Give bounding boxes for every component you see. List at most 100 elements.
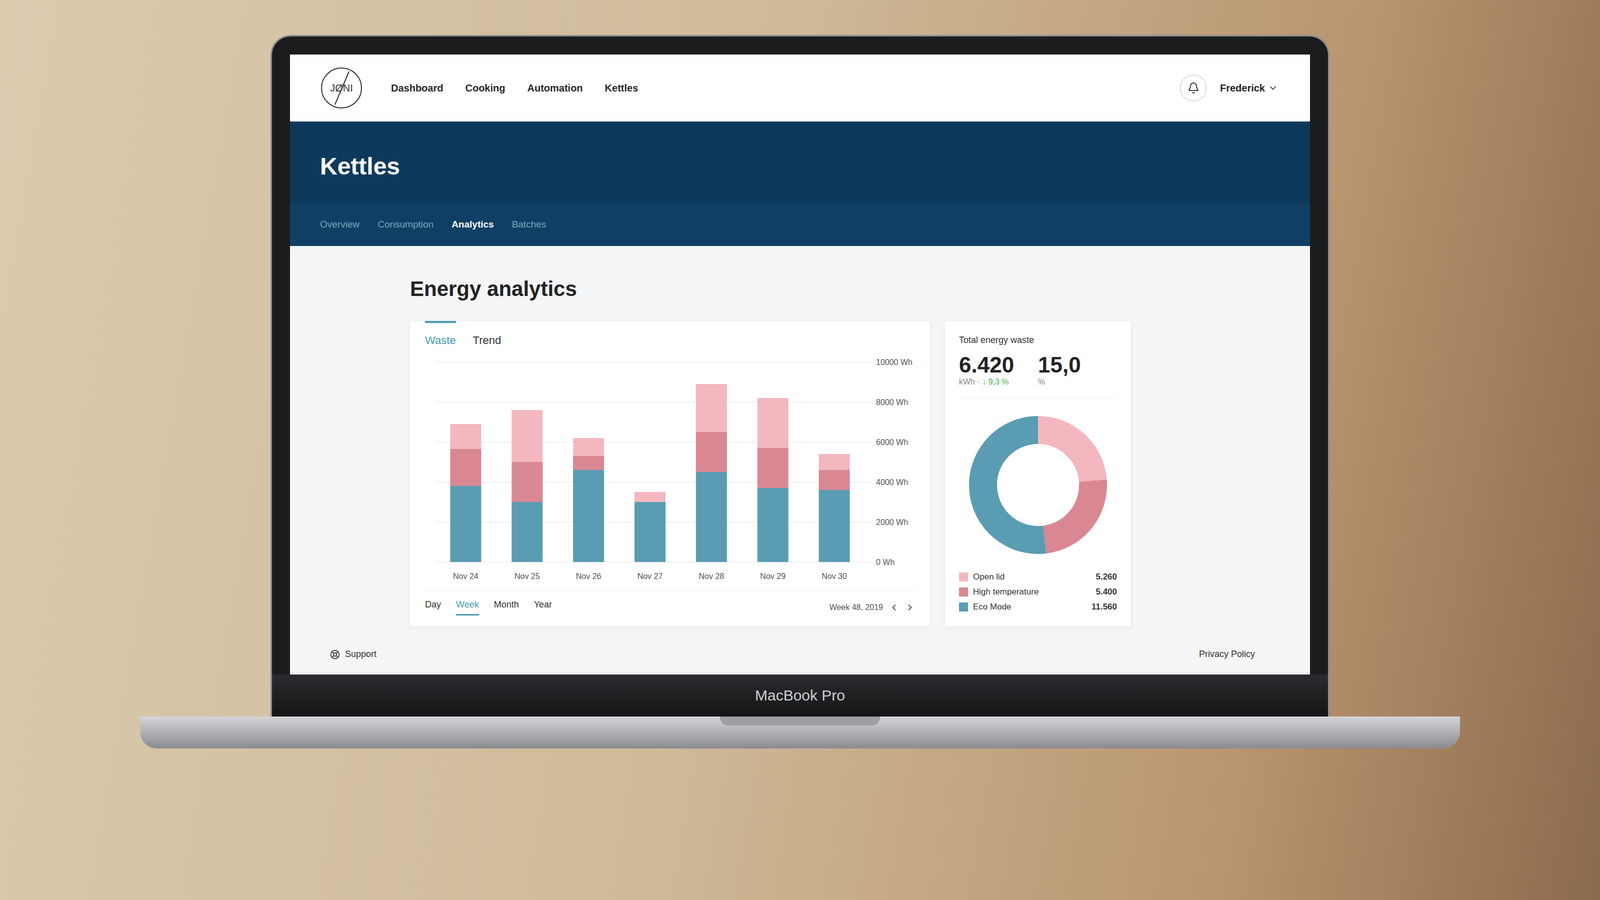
legend-value: 5.260: [1095, 572, 1117, 582]
period-label: Week 48, 2019: [829, 603, 883, 612]
bar-segment: [450, 449, 481, 486]
legend: Open lid 5.260 High temperature 5.400 Eco Mo…: [959, 572, 1117, 612]
privacy-link[interactable]: Privacy Policy: [1199, 649, 1255, 660]
range-tabs: Day Week Month Year: [425, 599, 552, 616]
section-tabs: Overview Consumption Analytics Batches: [290, 203, 1310, 246]
waste-bar-chart: 10000 Wh8000 Wh6000 Wh4000 Wh2000 Wh0 Wh…: [425, 352, 915, 587]
legend-row: Open lid 5.260: [959, 572, 1117, 582]
x-label: Nov 28: [699, 572, 725, 581]
laptop-lid: JØNI Dashboard Cooking Automation Kettles Fre…: [270, 35, 1330, 675]
bar-segment: [450, 424, 481, 449]
chart-bar[interactable]: Nov 30: [819, 454, 850, 581]
top-bar: JØNI Dashboard Cooking Automation Kettles Fre…: [290, 54, 1310, 122]
range-tab[interactable]: Year: [534, 599, 552, 616]
bar-segment: [757, 398, 789, 448]
y-tick: 8000 Wh: [435, 398, 908, 407]
chevron-down-icon: [1268, 83, 1278, 93]
section-tab[interactable]: Overview: [320, 219, 360, 230]
chart-bar[interactable]: Nov 27: [634, 492, 666, 581]
nav-item[interactable]: Automation: [527, 82, 583, 94]
lifebuoy-icon: [330, 649, 340, 660]
user-area: Frederick: [1180, 74, 1278, 102]
screen: JØNI Dashboard Cooking Automation Kettles Fre…: [290, 54, 1310, 675]
chart-bar[interactable]: Nov 26: [573, 438, 604, 581]
photo-backdrop: JØNI Dashboard Cooking Automation Kettles Fre…: [0, 0, 1600, 900]
total-stat: 6.420kWh · ↓ 9,3 %: [959, 352, 1014, 387]
page-body: Energy analyticsWasteTrend10000 Wh8000 W…: [290, 246, 1310, 635]
chart-tab[interactable]: Trend: [473, 321, 502, 347]
donut-segment: [983, 430, 1093, 540]
laptop: JØNI Dashboard Cooking Automation Kettles Fre…: [140, 35, 1460, 749]
donut-segment: [983, 430, 1093, 540]
nav-item[interactable]: Kettles: [605, 82, 639, 94]
svg-text:JØNI: JØNI: [330, 82, 353, 94]
chart-card: WasteTrend10000 Wh8000 Wh6000 Wh4000 Wh2…: [410, 321, 930, 627]
bar-segment: [819, 490, 850, 562]
previous-period-button[interactable]: [889, 602, 899, 613]
section-tab[interactable]: Consumption: [377, 219, 434, 230]
x-label: Nov 25: [514, 572, 540, 581]
footer: Support Privacy Policy: [290, 634, 1310, 675]
bar-segment: [696, 384, 727, 432]
legend-label: High temperature: [973, 587, 1091, 597]
svg-text:8000 Wh: 8000 Wh: [876, 398, 908, 407]
bar-segment: [450, 486, 481, 562]
main-nav: Dashboard Cooking Automation Kettles: [391, 82, 1152, 94]
legend-swatch: [959, 602, 968, 612]
summary-title: Total energy waste: [959, 335, 1117, 346]
legend-value: 5.400: [1095, 587, 1117, 597]
legend-row: Eco Mode11.560: [959, 602, 1117, 612]
bell-icon: [1187, 82, 1200, 94]
chart-bar[interactable]: Nov 28: [696, 384, 727, 581]
chart-bar[interactable]: Nov 24: [450, 424, 481, 581]
notifications-button[interactable]: [1180, 74, 1207, 102]
bar-segment: [511, 410, 543, 462]
x-label: Nov 27: [637, 572, 663, 581]
x-label: Nov 26: [576, 572, 602, 581]
range-tab[interactable]: Day: [425, 599, 441, 616]
bar-segment: [634, 502, 666, 562]
section-title: Kettles: [290, 121, 1310, 203]
bar-segment: [511, 502, 543, 562]
x-label: Nov 24: [453, 572, 479, 581]
legend-swatch: [959, 572, 968, 582]
change-value: ↓ 9,3 %: [982, 377, 1009, 386]
next-period-button[interactable]: [905, 602, 915, 613]
bar-segment: [696, 432, 727, 472]
laptop-base: [140, 716, 1460, 749]
nav-item[interactable]: Cooking: [465, 82, 505, 94]
chevron-left-icon: [889, 602, 899, 613]
legend-row: High temperature 5.400: [959, 587, 1117, 597]
total-unit: kWh · ↓ 9,3 %: [959, 377, 1014, 387]
range-tab[interactable]: Week: [456, 599, 479, 616]
chart-bar[interactable]: Nov 25: [511, 410, 543, 581]
donut-segment: [983, 430, 1093, 540]
bar-segment: [573, 438, 604, 456]
section-tab[interactable]: Analytics: [451, 219, 494, 230]
user-menu[interactable]: Frederick: [1220, 82, 1278, 94]
nav-item[interactable]: Dashboard: [391, 82, 443, 94]
y-tick: 10000 Wh: [435, 358, 913, 367]
svg-text:6000 Wh: 6000 Wh: [876, 438, 908, 447]
y-tick: 6000 Wh: [435, 438, 908, 447]
bar-segment: [573, 456, 604, 470]
share-stat: 15,0%: [1038, 352, 1081, 387]
device-label: MacBook Pro: [755, 687, 845, 704]
x-label: Nov 29: [760, 572, 786, 581]
chart-controls: Day Week Month Year Week 48, 2019: [425, 590, 915, 616]
cards-row: WasteTrend10000 Wh8000 Wh6000 Wh4000 Wh2…: [410, 321, 1310, 627]
chart-tab[interactable]: Waste: [425, 321, 456, 347]
bar-segment: [757, 488, 789, 562]
x-label: Nov 30: [821, 572, 847, 581]
legend-label: Open lid: [973, 572, 1091, 582]
total-value: 6.420: [959, 352, 1014, 378]
joni-logo-icon[interactable]: JØNI: [320, 66, 363, 110]
support-link[interactable]: Support: [330, 649, 377, 660]
chart-bar[interactable]: Nov 29: [757, 398, 789, 581]
range-tab[interactable]: Month: [494, 599, 519, 616]
share-unit: %: [1038, 377, 1081, 387]
bar-segment: [819, 454, 850, 470]
bar-segment: [757, 448, 789, 488]
section-tab[interactable]: Batches: [512, 219, 547, 230]
svg-text:10000 Wh: 10000 Wh: [876, 358, 913, 367]
